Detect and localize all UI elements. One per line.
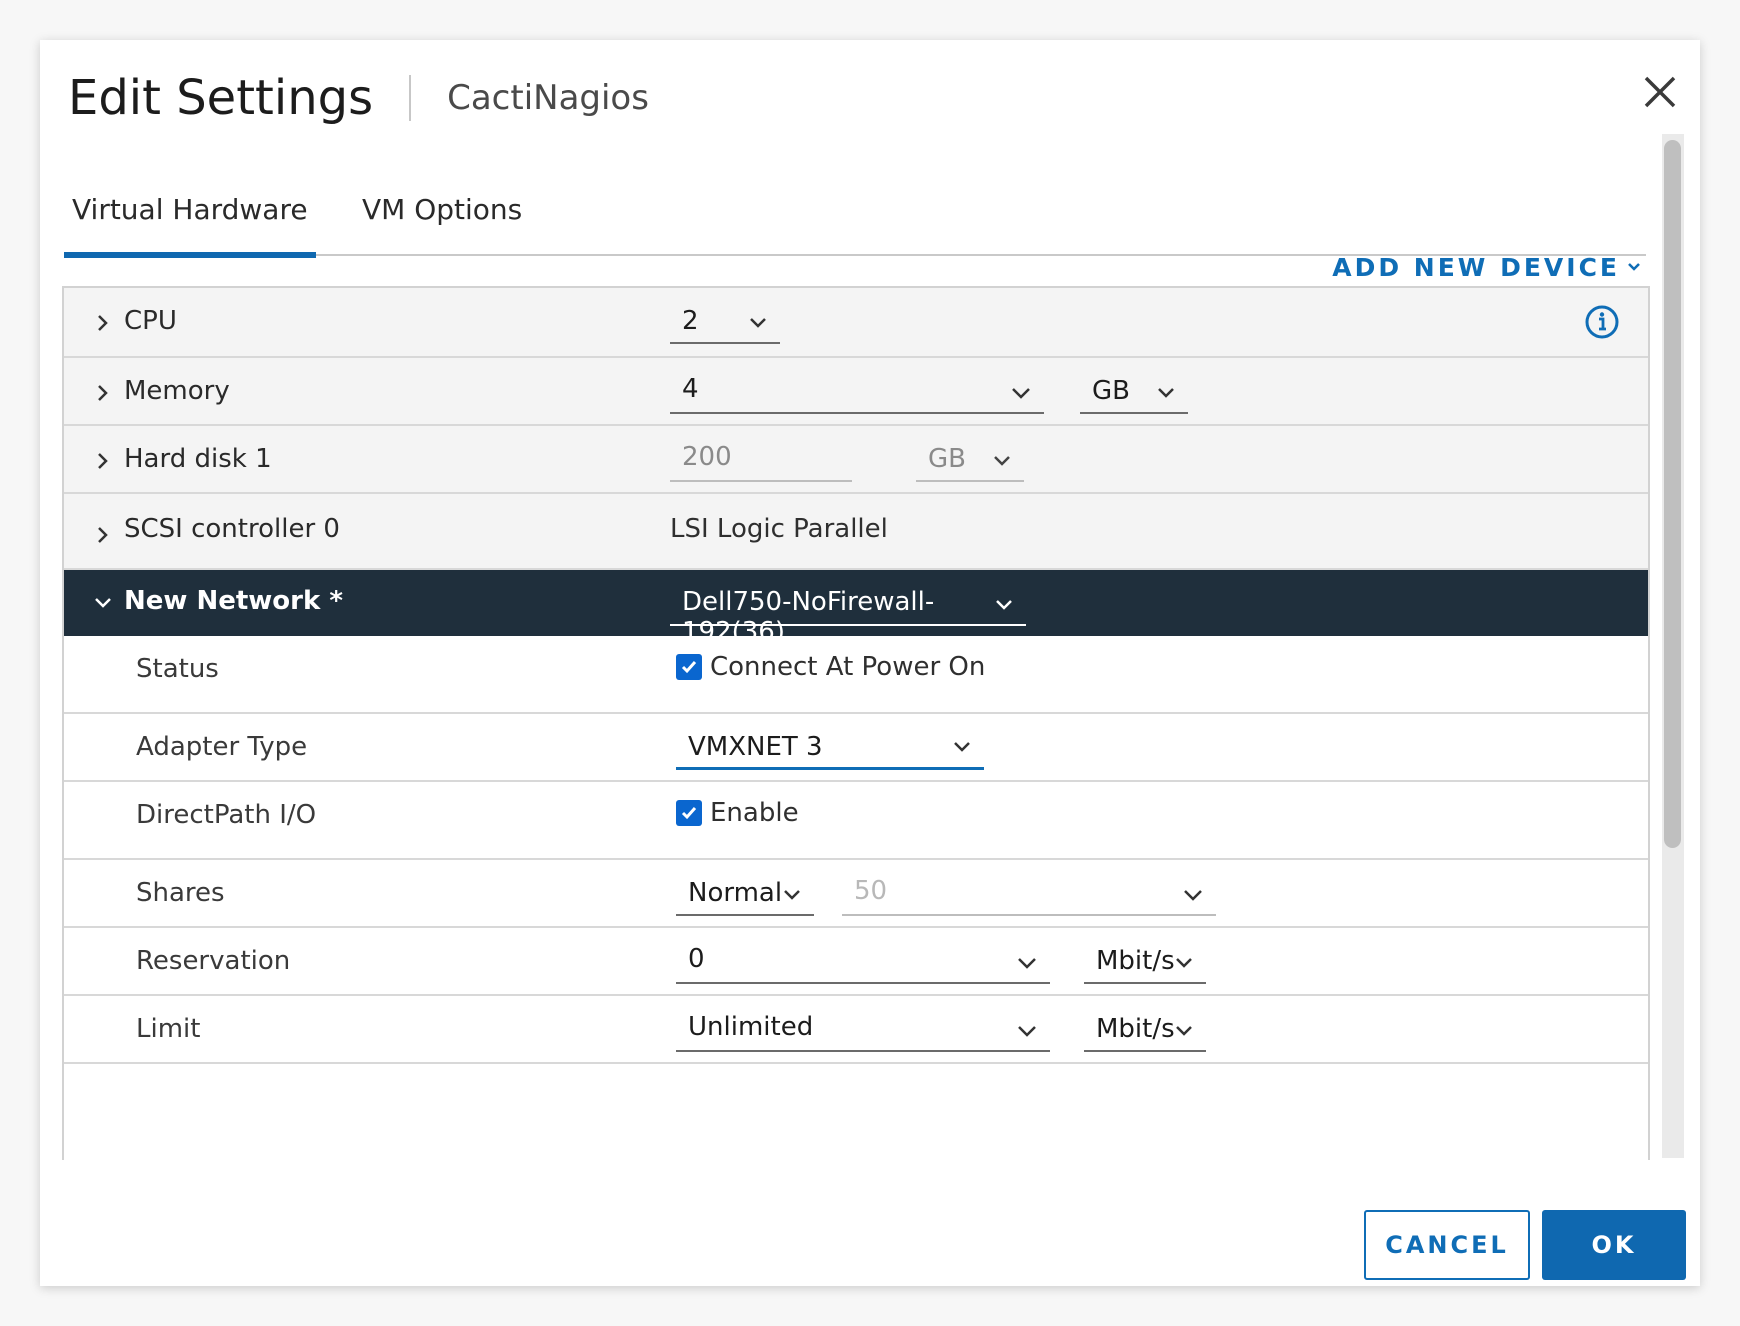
close-icon[interactable] [1632,64,1688,120]
reservation-label: Reservation [136,946,291,976]
adapter-type-label: Adapter Type [136,732,308,762]
shares-amount-select[interactable]: 50 [842,868,1216,916]
new-network-row[interactable]: New Network * Dell750-NoFirewall-192(36) [64,570,1648,647]
network-select[interactable]: Dell750-NoFirewall-192(36) [670,580,1026,647]
edit-settings-dialog: Edit Settings CactiNagios Virtual Hardwa… [40,40,1700,1286]
limit-value: Unlimited [688,1012,814,1042]
shares-row: Shares Normal 50 [64,860,1648,928]
limit-row: Limit Unlimited Mbit/s [64,996,1648,1064]
chevron-down-icon [1184,890,1202,901]
chevron-down-icon [996,600,1012,610]
reservation-unit: Mbit/s [1096,946,1175,976]
checkbox-checked-icon [676,654,702,680]
directpath-label: DirectPath I/O [136,800,317,830]
scsi-value: LSI Logic Parallel [670,514,888,544]
dialog-title: Edit Settings [68,70,374,126]
directpath-row: DirectPath I/O Enable [64,782,1648,860]
next-row-partial [64,1064,1648,1160]
reservation-row: Reservation 0 Mbit/s [64,928,1648,996]
tab-virtual-hardware[interactable]: Virtual Hardware [64,182,316,258]
chevron-down-icon [1012,388,1030,399]
scrollbar-thumb[interactable] [1664,140,1681,848]
chevron-right-icon[interactable] [92,450,114,472]
chevron-down-icon [750,318,766,328]
memory-value-select[interactable]: 4 [670,368,1044,414]
cancel-button[interactable]: CANCEL [1364,1210,1530,1280]
title-divider [409,75,412,121]
directpath-enable-checkbox[interactable]: Enable [676,798,799,828]
limit-label: Limit [136,1014,201,1044]
chevron-down-icon [1018,958,1036,969]
adapter-type-select[interactable]: VMXNET 3 [676,722,984,770]
memory-row: Memory 4 GB [64,358,1648,426]
scsi-controller-row: SCSI controller 0 LSI Logic Parallel [64,494,1648,570]
memory-value: 4 [682,374,699,404]
chevron-right-icon[interactable] [92,312,114,334]
hard-disk-row: Hard disk 1 200 GB [64,426,1648,494]
limit-unit: Mbit/s [1096,1014,1175,1044]
add-new-device-label: ADD NEW DEVICE [1332,252,1620,282]
memory-unit-select[interactable]: GB [1080,368,1188,414]
tab-vm-options[interactable]: VM Options [354,182,530,252]
chevron-down-icon[interactable] [92,592,114,614]
chevron-down-icon [1158,388,1174,398]
ok-button[interactable]: OK [1542,1210,1686,1280]
chevron-down-icon [1176,958,1192,968]
shares-amount: 50 [854,876,888,906]
info-icon[interactable] [1584,304,1620,340]
directpath-enable-label: Enable [710,798,799,828]
memory-label: Memory [124,376,230,406]
new-network-label: New Network * [124,586,343,616]
connect-at-power-on-checkbox[interactable]: Connect At Power On [676,652,985,682]
shares-level-select[interactable]: Normal [676,868,814,916]
dialog-header: Edit Settings CactiNagios [68,58,649,138]
cpu-value: 2 [682,306,699,336]
chevron-down-icon [954,742,970,752]
shares-level: Normal [688,878,783,908]
hard-disk-size-input[interactable]: 200 [670,434,852,482]
chevron-down-icon [1628,263,1640,271]
chevron-down-icon [994,456,1010,466]
limit-value-select[interactable]: Unlimited [676,1004,1050,1052]
hard-disk-size: 200 [682,442,732,472]
reservation-unit-select[interactable]: Mbit/s [1084,936,1206,984]
shares-label: Shares [136,878,225,908]
chevron-down-icon [1018,1026,1036,1037]
hard-disk-unit: GB [928,444,966,474]
memory-unit: GB [1092,376,1130,406]
reservation-value: 0 [688,944,705,974]
limit-unit-select[interactable]: Mbit/s [1084,1004,1206,1052]
cpu-label: CPU [124,306,177,336]
chevron-right-icon[interactable] [92,524,114,546]
status-label: Status [136,654,219,684]
chevron-right-icon[interactable] [92,382,114,404]
cpu-select[interactable]: 2 [670,300,780,344]
hard-disk-label: Hard disk 1 [124,444,272,474]
checkbox-checked-icon [676,800,702,826]
adapter-type-row: Adapter Type VMXNET 3 [64,714,1648,782]
scsi-label: SCSI controller 0 [124,514,340,544]
connect-at-power-on-label: Connect At Power On [710,652,986,682]
reservation-value-select[interactable]: 0 [676,936,1050,984]
hard-disk-unit-select[interactable]: GB [916,434,1024,482]
chevron-down-icon [1176,1026,1192,1036]
chevron-down-icon [784,890,800,900]
status-row: Status Connect At Power On [64,636,1648,714]
cpu-row: CPU 2 [64,288,1648,358]
hardware-grid: CPU 2 Memory 4 GB Hard disk 1 200 GB SCS… [62,286,1650,1160]
vm-name: CactiNagios [447,78,649,118]
adapter-type-value: VMXNET 3 [688,732,823,762]
